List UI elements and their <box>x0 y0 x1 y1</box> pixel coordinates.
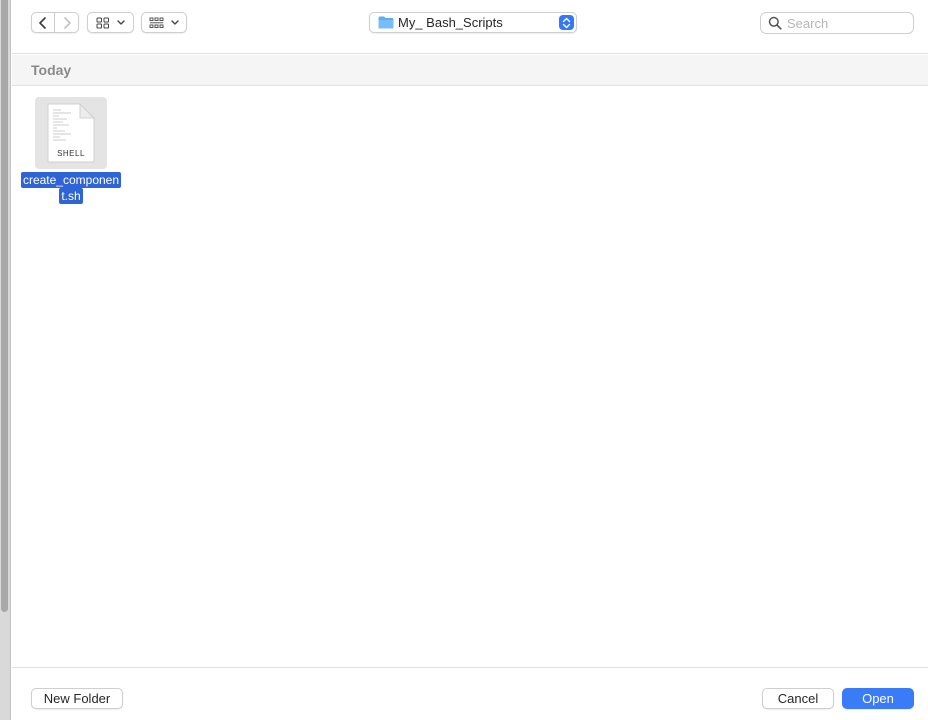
search-icon <box>768 16 782 30</box>
back-button[interactable] <box>31 12 55 33</box>
file-name-line-2: t.sh <box>59 188 83 204</box>
file-thumbnail: SHELL <box>35 97 107 169</box>
background-window-edge <box>0 0 11 720</box>
file-name-label: create_componen t.sh <box>17 172 125 204</box>
file-type-badge: SHELL <box>57 149 85 158</box>
chevron-right-icon <box>63 16 71 29</box>
icon-view-grid-icon <box>96 17 109 28</box>
search-input[interactable] <box>787 14 907 32</box>
file-open-dialog-page: My_ Bash_Scripts Today <box>0 0 928 720</box>
chevron-left-icon <box>39 16 46 29</box>
background-scrollbar[interactable] <box>1 0 8 612</box>
chevron-down-icon <box>116 19 125 25</box>
search-field[interactable] <box>760 12 914 34</box>
file-name-line-1: create_componen <box>20 172 122 188</box>
toolbar: My_ Bash_Scripts <box>12 0 928 54</box>
group-view-icon <box>149 17 163 28</box>
cancel-button[interactable]: Cancel <box>762 688 834 709</box>
open-file-dialog: My_ Bash_Scripts Today <box>12 0 928 720</box>
open-button[interactable]: Open <box>842 688 914 709</box>
stepper-updown-icon <box>559 15 574 30</box>
file-item[interactable]: SHELL create_componen t.sh <box>17 97 125 207</box>
section-title: Today <box>31 62 72 78</box>
forward-button[interactable] <box>55 12 79 33</box>
chevron-down-icon <box>170 19 179 25</box>
group-by-button[interactable] <box>141 12 187 33</box>
view-mode-button[interactable] <box>87 12 134 33</box>
section-header: Today <box>12 55 928 86</box>
location-label: My_ Bash_Scripts <box>398 15 503 30</box>
new-folder-button[interactable]: New Folder <box>31 688 123 709</box>
footer-bar: New Folder Cancel Open <box>12 667 928 720</box>
location-popup[interactable]: My_ Bash_Scripts <box>369 12 577 33</box>
folder-icon <box>378 16 394 29</box>
